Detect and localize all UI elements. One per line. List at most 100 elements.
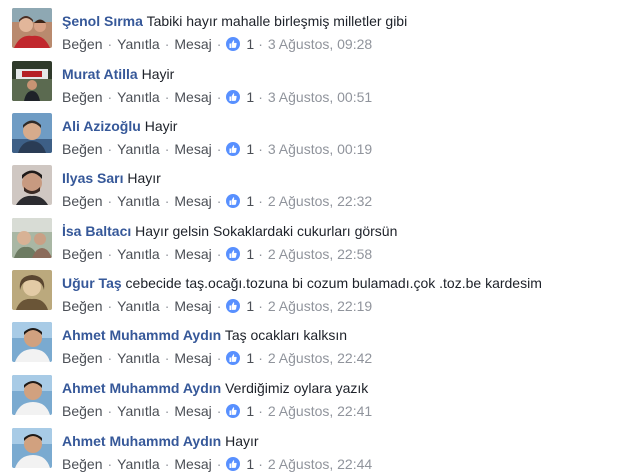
comment-timestamp[interactable]: 3 Ağustos, 00:51 [268,88,372,106]
comment-list: Şenol Sırma Tabiki hayır mahalle birleşm… [0,0,619,472]
separator: · [258,89,263,105]
message-button[interactable]: Mesaj [174,88,211,106]
comment-author[interactable]: Şenol Sırma [62,13,143,29]
reply-button[interactable]: Yanıtla [117,88,160,106]
reply-button[interactable]: Yanıtla [117,349,160,367]
thumbs-up-icon [226,351,241,365]
like-button[interactable]: Beğen [62,245,102,263]
comment-author[interactable]: Ahmet Muhammd Aydın [62,327,221,343]
reply-button[interactable]: Yanıtla [117,192,160,210]
like-button[interactable]: Beğen [62,402,102,420]
comment-text: Taş ocakları kalksın [224,327,348,343]
separator: · [107,403,113,419]
comment-body: Ali Azizoğlu Hayir [62,117,177,135]
comment-body: Uğur Taş cebecide taş.ocağı.tozuna bi co… [62,274,542,292]
like-count[interactable]: 1 [246,192,254,210]
comment-item: Ahmet Muhammd Aydın Taş ocakları kalksın… [0,318,619,370]
comment-item: Ilyas Sarı Hayır Beğen · Yanıtla · Mesaj… [0,161,619,213]
avatar[interactable] [12,61,52,101]
thumbs-up-icon [226,404,241,418]
like-button[interactable]: Beğen [62,140,102,158]
avatar[interactable] [12,8,52,48]
comment-text: cebecide taş.ocağı.tozuna bi cozum bulam… [125,275,542,291]
comment-timestamp[interactable]: 2 Ağustos, 22:41 [268,402,372,420]
separator: · [164,141,170,157]
like-count[interactable]: 1 [246,455,254,473]
comment-timestamp[interactable]: 2 Ağustos, 22:32 [268,192,372,210]
avatar[interactable] [12,270,52,310]
message-button[interactable]: Mesaj [174,297,211,315]
like-button[interactable]: Beğen [62,192,102,210]
like-button[interactable]: Beğen [62,349,102,367]
comment-timestamp[interactable]: 2 Ağustos, 22:44 [268,455,372,473]
comment-timestamp[interactable]: 2 Ağustos, 22:19 [268,297,372,315]
comment-timestamp[interactable]: 3 Ağustos, 09:28 [268,35,372,53]
like-count[interactable]: 1 [246,349,254,367]
message-button[interactable]: Mesaj [174,140,211,158]
thumbs-up-icon [226,194,241,208]
like-button[interactable]: Beğen [62,455,102,473]
comment-author[interactable]: İsa Baltacı [62,223,131,239]
like-count[interactable]: 1 [246,140,254,158]
thumbs-up-icon [226,299,241,313]
comment-actions: Beğen · Yanıtla · Mesaj · 1 · 3 Ağustos,… [62,88,372,106]
reply-button[interactable]: Yanıtla [117,297,160,315]
separator: · [107,298,113,314]
thumbs-up-icon [226,142,241,156]
avatar[interactable] [12,322,52,362]
separator: · [258,350,263,366]
comment-author[interactable]: Uğur Taş [62,275,122,291]
like-count[interactable]: 1 [246,35,254,53]
thumbs-up-icon [226,37,241,51]
avatar[interactable] [12,375,52,415]
comment-body: Ilyas Sarı Hayır [62,169,161,187]
message-button[interactable]: Mesaj [174,402,211,420]
like-count[interactable]: 1 [246,402,254,420]
message-button[interactable]: Mesaj [174,192,211,210]
comment-timestamp[interactable]: 2 Ağustos, 22:58 [268,245,372,263]
separator: · [164,298,170,314]
message-button[interactable]: Mesaj [174,455,211,473]
message-button[interactable]: Mesaj [174,349,211,367]
comment-text: Hayır [127,170,161,186]
avatar[interactable] [12,428,52,468]
comment-author[interactable]: Ilyas Sarı [62,170,124,186]
comment-author[interactable]: Ahmet Muhammd Aydın [62,380,221,396]
avatar[interactable] [12,218,52,258]
comment-text: Hayır gelsin Sokaklardaki cukurları görs… [135,223,398,239]
avatar[interactable] [12,113,52,153]
separator: · [107,193,113,209]
like-button[interactable]: Beğen [62,88,102,106]
like-count[interactable]: 1 [246,297,254,315]
reply-button[interactable]: Yanıtla [117,455,160,473]
like-count[interactable]: 1 [246,245,254,263]
comment-body: Ahmet Muhammd Aydın Hayır [62,432,259,450]
comment-author[interactable]: Murat Atilla [62,66,138,82]
reply-button[interactable]: Yanıtla [117,35,160,53]
avatar[interactable] [12,165,52,205]
like-button[interactable]: Beğen [62,297,102,315]
reply-button[interactable]: Yanıtla [117,140,160,158]
reply-button[interactable]: Yanıtla [117,402,160,420]
thumbs-up-icon [226,457,241,471]
message-button[interactable]: Mesaj [174,245,211,263]
comment-timestamp[interactable]: 3 Ağustos, 00:19 [268,140,372,158]
message-button[interactable]: Mesaj [174,35,211,53]
comment-actions: Beğen · Yanıtla · Mesaj · 1 · 3 Ağustos,… [62,140,372,158]
comment-body: Ahmet Muhammd Aydın Verdiğimiz oylara ya… [62,379,368,397]
comment-author[interactable]: Ahmet Muhammd Aydın [62,433,221,449]
separator: · [216,403,222,419]
comment-body: İsa Baltacı Hayır gelsin Sokaklardaki cu… [62,222,397,240]
comment-item: Ali Azizoğlu Hayir Beğen · Yanıtla · Mes… [0,109,619,161]
comment-body: Şenol Sırma Tabiki hayır mahalle birleşm… [62,12,407,30]
separator: · [216,141,222,157]
comment-actions: Beğen · Yanıtla · Mesaj · 1 · 2 Ağustos,… [62,297,372,315]
like-count[interactable]: 1 [246,88,254,106]
reply-button[interactable]: Yanıtla [117,245,160,263]
comment-author[interactable]: Ali Azizoğlu [62,118,141,134]
separator: · [107,350,113,366]
separator: · [107,246,113,262]
comment-timestamp[interactable]: 2 Ağustos, 22:42 [268,349,372,367]
like-button[interactable]: Beğen [62,35,102,53]
comment-actions: Beğen · Yanıtla · Mesaj · 1 · 2 Ağustos,… [62,245,372,263]
